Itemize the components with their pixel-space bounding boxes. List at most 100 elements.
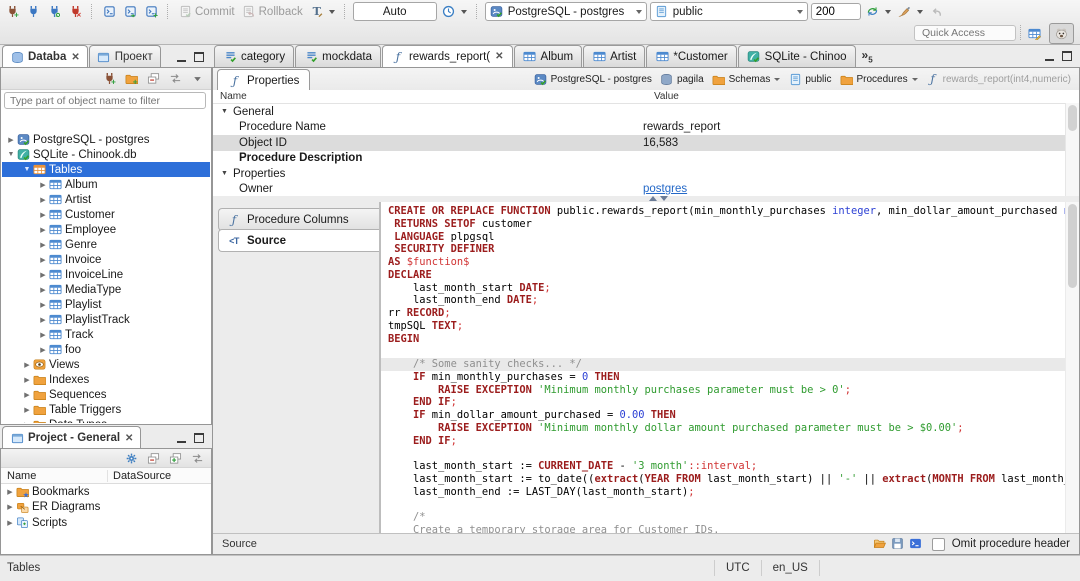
close-icon[interactable]: ✕ [71,52,79,63]
maximize-icon[interactable] [194,52,204,62]
project-tree-item[interactable]: ▶ ER Diagrams [1,500,211,516]
breadcrumb-item[interactable]: ƒ rewards_report(int4,numeric) [922,73,1075,86]
chevron-right-icon[interactable]: ▶ [22,391,32,399]
plug-plus-button[interactable]: + [102,72,116,85]
reconnect-button[interactable] [45,3,63,20]
chevron-right-icon[interactable]: ▶ [38,346,48,354]
chevron-right-icon[interactable]: ▶ [22,376,32,384]
property-row[interactable]: Owner postgres [213,182,1079,197]
new-connection-button[interactable]: + [3,3,21,20]
chevron-right-icon[interactable]: ▶ [38,196,48,204]
new-sql-editor-button[interactable] [121,3,139,20]
object-filter-input[interactable] [4,92,206,109]
database-tree-item[interactable]: ▶ Employee [2,222,210,237]
active-connection-combo[interactable]: PostgreSQL - postgres [484,2,647,21]
editor-tab[interactable]: mockdata [295,45,381,67]
chevron-right-icon[interactable]: ▶ [38,271,48,279]
database-tree-item[interactable]: ▶ Genre [2,237,210,252]
database-tree-item[interactable]: ▶ MediaType [2,282,210,297]
chevron-right-icon[interactable]: ▶ [5,488,15,496]
database-tree-item[interactable]: ▶ Playlist [2,297,210,312]
perspective-general-button[interactable] [1022,23,1047,44]
editor-tab[interactable]: *Customer [646,45,737,67]
chevron-down-icon[interactable]: ▼ [6,151,16,158]
column-header-name[interactable]: Name [1,470,107,482]
chevron-right-icon[interactable]: ▶ [22,421,32,424]
database-tree-item[interactable]: ▶ Invoice [2,252,210,267]
database-tree-item[interactable]: ▶ Data Types [2,417,210,423]
link-button[interactable] [190,452,204,465]
console-button[interactable] [907,535,925,551]
maximize-icon[interactable] [194,433,204,443]
chevron-down-icon[interactable]: ▼ [22,166,32,173]
maximize-icon[interactable] [1062,51,1072,61]
disconnect-button[interactable]: × [66,3,84,20]
database-tree-item[interactable]: ▶ Album [2,177,210,192]
tab-overflow-button[interactable]: »5 [862,48,873,64]
folder-open-button[interactable] [871,535,889,551]
editor-tab[interactable]: SQLite - Chinoo [737,45,856,67]
save-button[interactable] [889,535,907,551]
perspective-dbeaver-button[interactable] [1049,23,1074,44]
chevron-right-icon[interactable]: ▶ [38,256,48,264]
minimize-icon[interactable] [1045,52,1054,61]
grid-column-value[interactable]: Value [650,91,1079,102]
fetch-size-input[interactable] [810,3,861,20]
database-tree-item[interactable]: ▶ Customer [2,207,210,222]
database-tree-item[interactable]: ▶ Artist [2,192,210,207]
chevron-right-icon[interactable]: ▶ [38,331,48,339]
breadcrumb-item[interactable]: public [784,73,835,86]
link-button[interactable] [168,72,182,85]
chevron-right-icon[interactable]: ▶ [38,211,48,219]
view-menu-button[interactable] [190,72,204,85]
database-tree-item[interactable]: ▶ Track [2,327,210,342]
side-tab-source[interactable]: <T Source [218,229,379,252]
chevron-down-icon[interactable]: ▼ [221,108,228,115]
open-sql-console-button[interactable]: + [142,3,160,20]
chevron-right-icon[interactable]: ▶ [6,136,16,144]
commit-button[interactable]: Commit [176,3,237,20]
database-tree-item[interactable]: ▶ Sequences [2,387,210,402]
chevron-right-icon[interactable]: ▶ [5,503,15,511]
project-tree-item[interactable]: ▶ Scripts [1,515,211,531]
chevron-down-icon[interactable]: ▼ [221,170,228,177]
database-tree-item[interactable]: ▶ Views [2,357,210,372]
database-tree-item[interactable]: ▼ Tables [2,162,210,177]
gear-button[interactable] [124,452,138,465]
active-schema-combo[interactable]: public [649,2,808,21]
close-icon[interactable]: ✕ [125,433,133,444]
chevron-right-icon[interactable]: ▶ [38,316,48,324]
chevron-right-icon[interactable]: ▶ [22,361,32,369]
rollback-button[interactable]: Rollback [240,3,305,20]
splitter-handle-icon[interactable] [649,196,668,201]
undo-button[interactable] [928,3,946,20]
database-tree-item[interactable]: ▶ PostgreSQL - postgres [2,132,210,147]
minimize-icon[interactable] [177,53,186,62]
expand-all-button[interactable] [168,452,182,465]
chevron-right-icon[interactable]: ▶ [38,241,48,249]
property-row[interactable]: Procedure Name rewards_report [213,120,1079,136]
side-tab-procedure-columns[interactable]: ƒ Procedure Columns [218,208,379,231]
source-editor[interactable]: CREATE OR REPLACE FUNCTION public.reward… [381,202,1079,534]
grid-scrollbar[interactable] [1065,103,1079,196]
status-locale[interactable]: en_US [760,560,820,576]
property-row[interactable]: ▼ General [213,104,1079,120]
owner-link[interactable]: postgres [643,183,687,195]
chevron-right-icon[interactable]: ▶ [38,301,48,309]
database-tree-item[interactable]: ▶ Indexes [2,372,210,387]
transaction-mode-combo[interactable]: Auto [352,2,437,21]
minimize-icon[interactable] [177,434,186,443]
database-tree-item[interactable]: ▼ SQLite - Chinook.db [2,147,210,162]
database-tree-item[interactable]: ▶ InvoiceLine [2,267,210,282]
navigator-tab[interactable]: Databa ✕ [2,45,88,68]
breadcrumb-item[interactable]: pagila [656,73,708,86]
source-scrollbar[interactable] [1065,202,1079,534]
chevron-right-icon[interactable]: ▶ [38,181,48,189]
column-header-datasource[interactable]: DataSource [107,469,211,482]
database-tree-item[interactable]: ▶ foo [2,342,210,357]
breadcrumb-item[interactable]: PostgreSQL - postgres [530,73,656,86]
property-row[interactable]: ▼ Properties [213,166,1079,182]
editor-tab[interactable]: Artist [583,45,646,67]
collapse-all-button[interactable] [146,72,160,85]
database-tree-item[interactable]: ▶ Table Triggers [2,402,210,417]
